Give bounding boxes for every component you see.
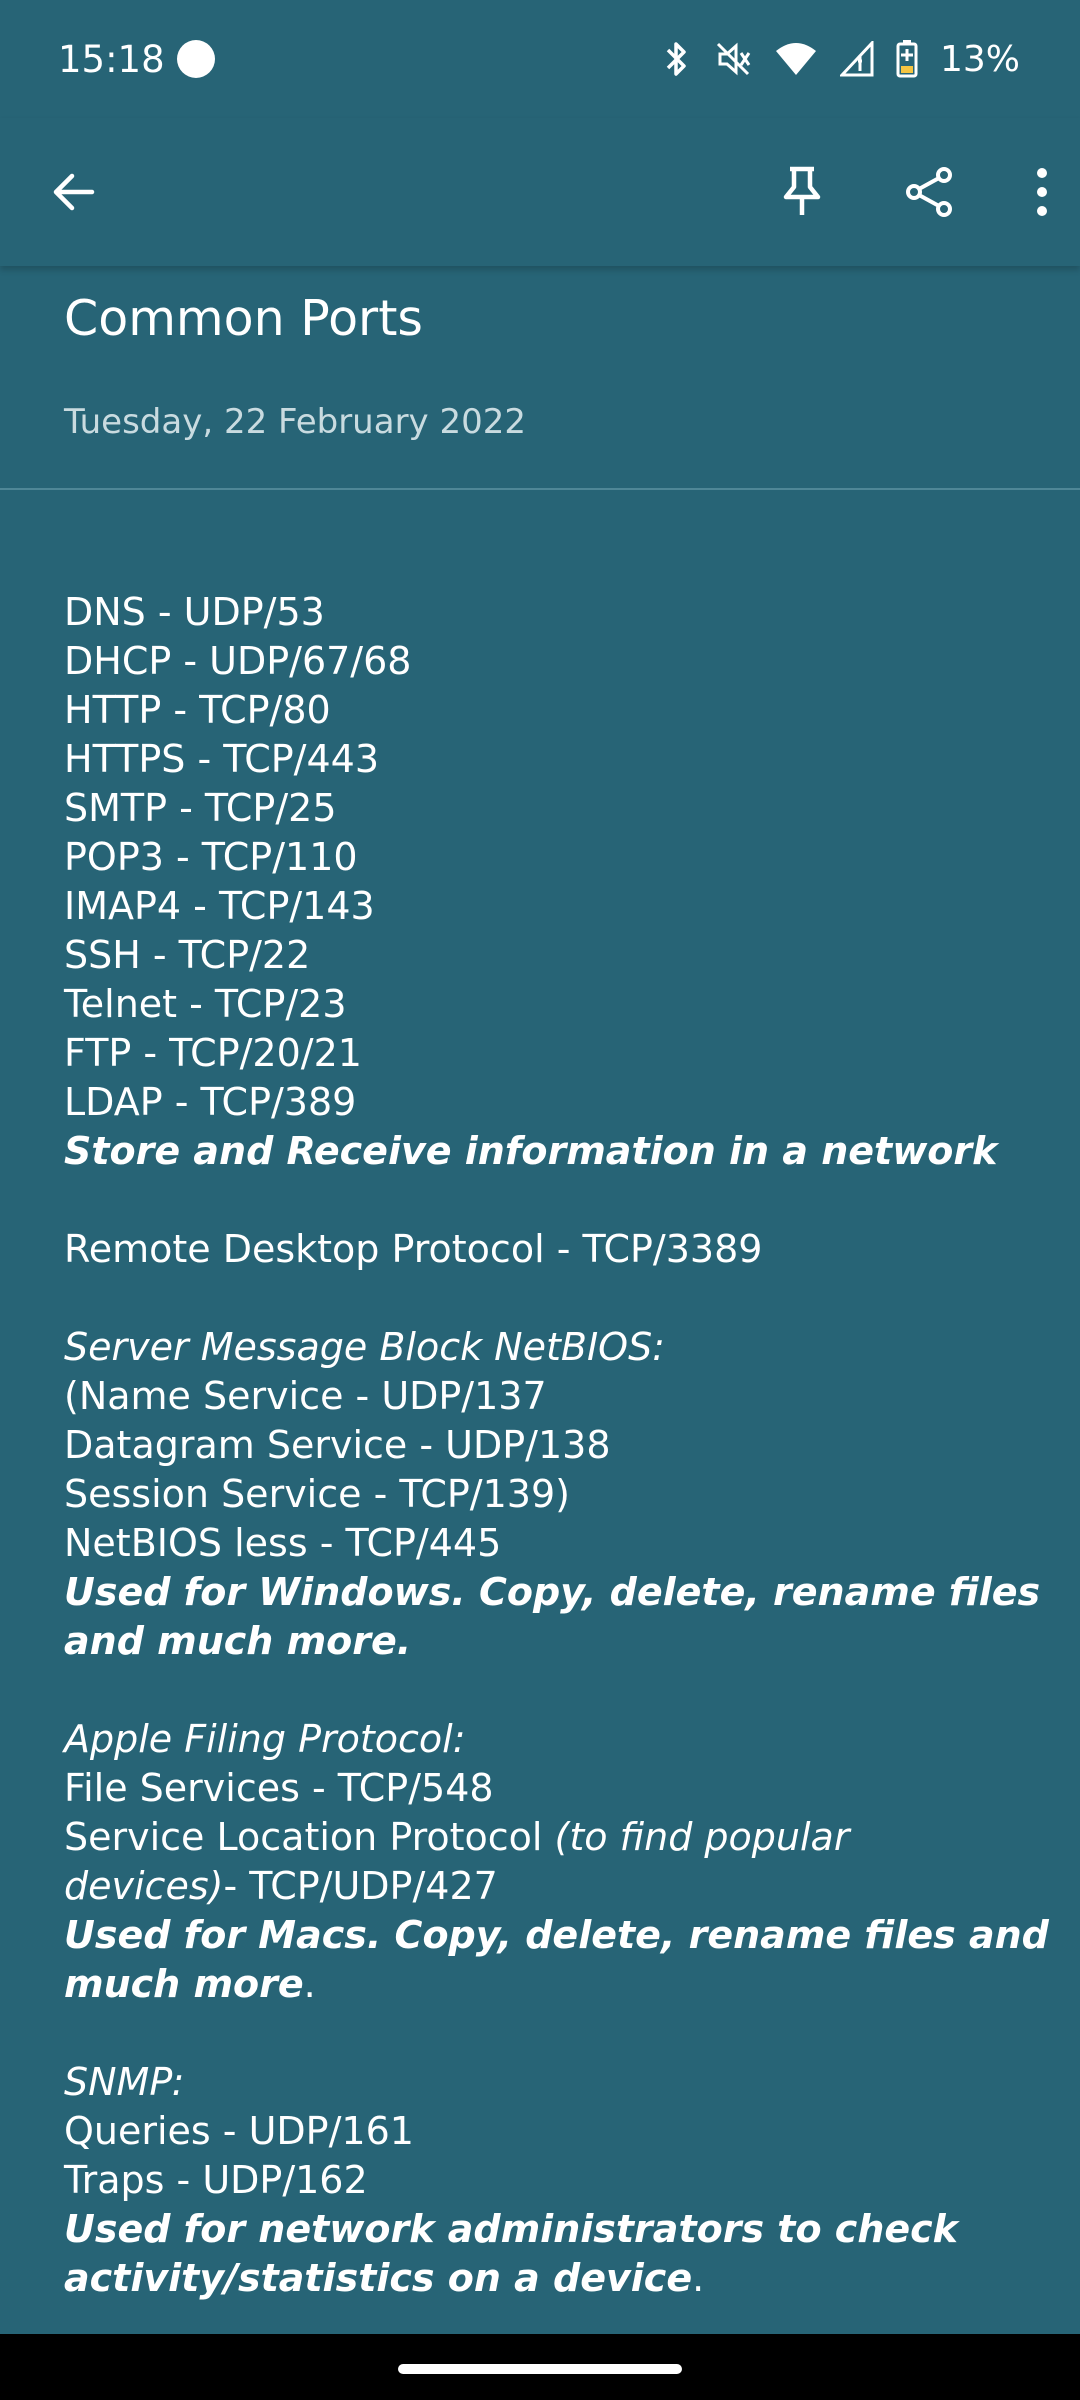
mute-icon [716,42,751,76]
snmp-heading: SNMP: [64,2060,185,2104]
port-line: LDAP - TCP/389 [64,1080,357,1124]
afp-line-italic: (to find popular [554,1815,850,1859]
afp-line-text: Service Location Protocol [64,1815,555,1859]
afp-line: File Services - TCP/548 [64,1766,494,1810]
app-bar-actions [780,165,1050,219]
port-line: IMAP4 - TCP/143 [64,884,375,928]
smb-heading: Server Message Block NetBIOS: [64,1325,665,1369]
port-line: HTTPS - TCP/443 [64,737,380,781]
share-button[interactable] [902,165,956,219]
snmp-note-end: . [692,2256,705,2300]
signal-icon [839,41,874,77]
smb-line: NetBIOS less - TCP/445 [64,1521,502,1565]
more-options-button[interactable] [1034,165,1050,219]
note-body[interactable]: DNS - UDP/53 DHCP - UDP/67/68 HTTP - TCP… [64,588,1049,2303]
smb-line: Session Service - TCP/139) [64,1472,570,1516]
afp-line: devices)- TCP/UDP/427 [64,1862,1024,1911]
back-button[interactable] [46,165,100,219]
app-bar [0,118,1080,266]
ports-note: Store and Receive information in a netwo… [64,1129,998,1173]
smb-note: Used for Windows. Copy, delete, rename f… [64,1570,1041,1614]
snmp-note: Used for network administrators to check [64,2207,958,2251]
port-line: FTP - TCP/20/21 [64,1031,362,1075]
rdp-line: Remote Desktop Protocol - TCP/3389 [64,1227,763,1271]
bluetooth-icon [666,42,686,76]
port-line: DNS - UDP/53 [64,590,325,634]
notification-dot-icon [176,40,215,78]
afp-note: Used for Macs. Copy, delete, rename file… [64,1913,1049,1957]
snmp-line: Queries - UDP/161 [64,2109,414,2153]
status-left: 15:18 [58,38,215,81]
port-line: Telnet - TCP/23 [64,982,347,1026]
home-gesture-handle[interactable] [398,2364,682,2374]
share-icon [906,167,952,217]
battery-percent: 13% [939,38,1020,80]
wifi-icon [775,43,816,75]
snmp-note-text: activity/statistics on a device [64,2256,693,2300]
divider [0,488,1080,490]
afp-note-end: . [303,1962,316,2006]
afp-note: much more. [64,1960,1024,2009]
afp-note-text: much more [64,1962,304,2006]
smb-line: Datagram Service - UDP/138 [64,1423,611,1467]
afp-line-text: - TCP/UDP/427 [223,1864,498,1908]
more-vert-icon [1037,168,1047,216]
snmp-note: activity/statistics on a device. [64,2254,1024,2303]
pin-icon [783,166,821,215]
afp-line-italic: devices) [64,1864,224,1908]
afp-line: Service Location Protocol (to find popul… [64,1813,1024,1862]
smb-line: (Name Service - UDP/137 [64,1374,547,1418]
port-line: HTTP - TCP/80 [64,688,331,732]
pin-button[interactable] [780,165,824,219]
note-date: Tuesday, 22 February 2022 [64,402,527,442]
status-bar: 15:18 13% [0,0,1080,118]
port-line: SMTP - TCP/25 [64,786,337,830]
back-arrow-icon [53,173,95,211]
port-line: DHCP - UDP/67/68 [64,639,412,683]
snmp-line: Traps - UDP/162 [64,2158,368,2202]
port-line: SSH - TCP/22 [64,933,311,977]
note-title[interactable]: Common Ports [64,290,423,347]
battery-charging-icon [896,40,918,78]
smb-note: and much more. [64,1619,412,1663]
status-time: 15:18 [58,37,165,81]
port-line: POP3 - TCP/110 [64,835,358,879]
status-right: 13% [662,39,1020,80]
afp-heading: Apple Filing Protocol: [64,1717,466,1761]
